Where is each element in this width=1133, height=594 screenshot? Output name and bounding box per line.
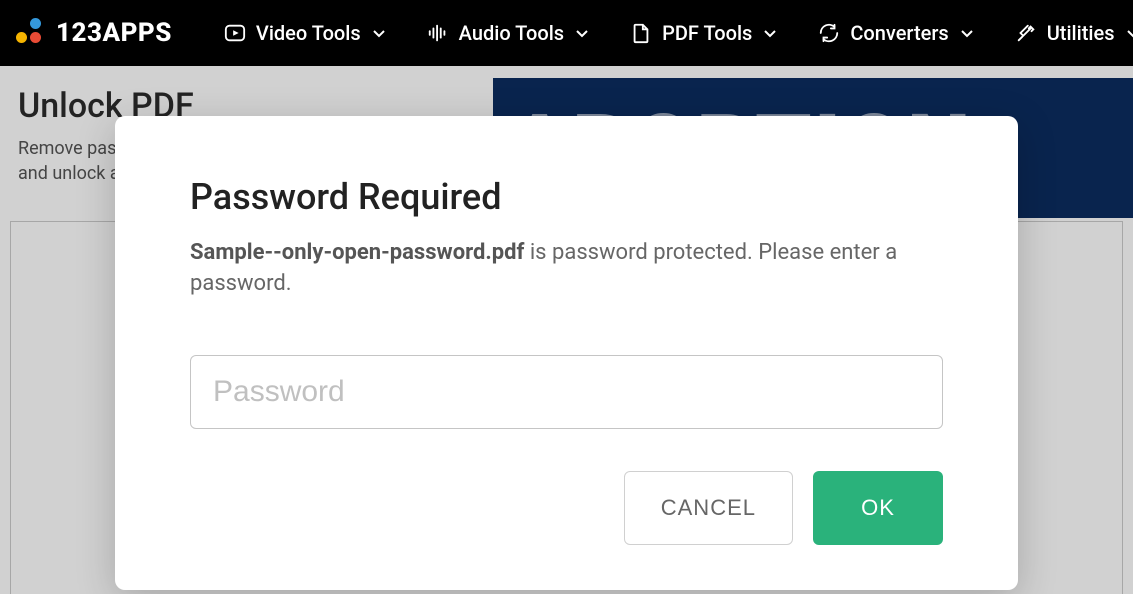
nav-label: Utilities — [1047, 21, 1115, 45]
ok-button[interactable]: OK — [813, 471, 943, 545]
converter-icon — [818, 22, 840, 44]
top-nav: 123APPS Video Tools Aud — [0, 0, 1133, 66]
nav-converters[interactable]: Converters — [818, 21, 974, 45]
chevron-down-icon — [574, 25, 590, 41]
nav-video-tools[interactable]: Video Tools — [224, 21, 387, 45]
chevron-down-icon — [762, 25, 778, 41]
brand-logo[interactable]: 123APPS — [16, 18, 172, 48]
pdf-icon — [630, 22, 652, 44]
chevron-down-icon — [959, 25, 975, 41]
password-modal: Password Required Sample--only-open-pass… — [115, 116, 1018, 590]
modal-title: Password Required — [190, 176, 943, 218]
audio-icon — [427, 22, 449, 44]
nav-menu: Video Tools Audio Tools — [224, 21, 1133, 45]
modal-actions: CANCEL OK — [190, 471, 943, 545]
logo-dots-icon — [16, 18, 46, 48]
modal-description: Sample--only-open-password.pdf is passwo… — [190, 238, 943, 300]
password-input[interactable] — [190, 355, 943, 429]
chevron-down-icon — [371, 25, 387, 41]
nav-utilities[interactable]: Utilities — [1015, 21, 1133, 45]
nav-audio-tools[interactable]: Audio Tools — [427, 21, 590, 45]
video-icon — [224, 22, 246, 44]
nav-label: PDF Tools — [662, 21, 752, 45]
modal-filename: Sample--only-open-password.pdf — [190, 240, 524, 265]
nav-label: Audio Tools — [459, 21, 564, 45]
cancel-button[interactable]: CANCEL — [624, 471, 793, 545]
chevron-down-icon — [1125, 25, 1133, 41]
brand-name: 123APPS — [56, 18, 172, 48]
nav-label: Converters — [850, 21, 948, 45]
nav-pdf-tools[interactable]: PDF Tools — [630, 21, 778, 45]
utilities-icon — [1015, 22, 1037, 44]
nav-label: Video Tools — [256, 21, 361, 45]
